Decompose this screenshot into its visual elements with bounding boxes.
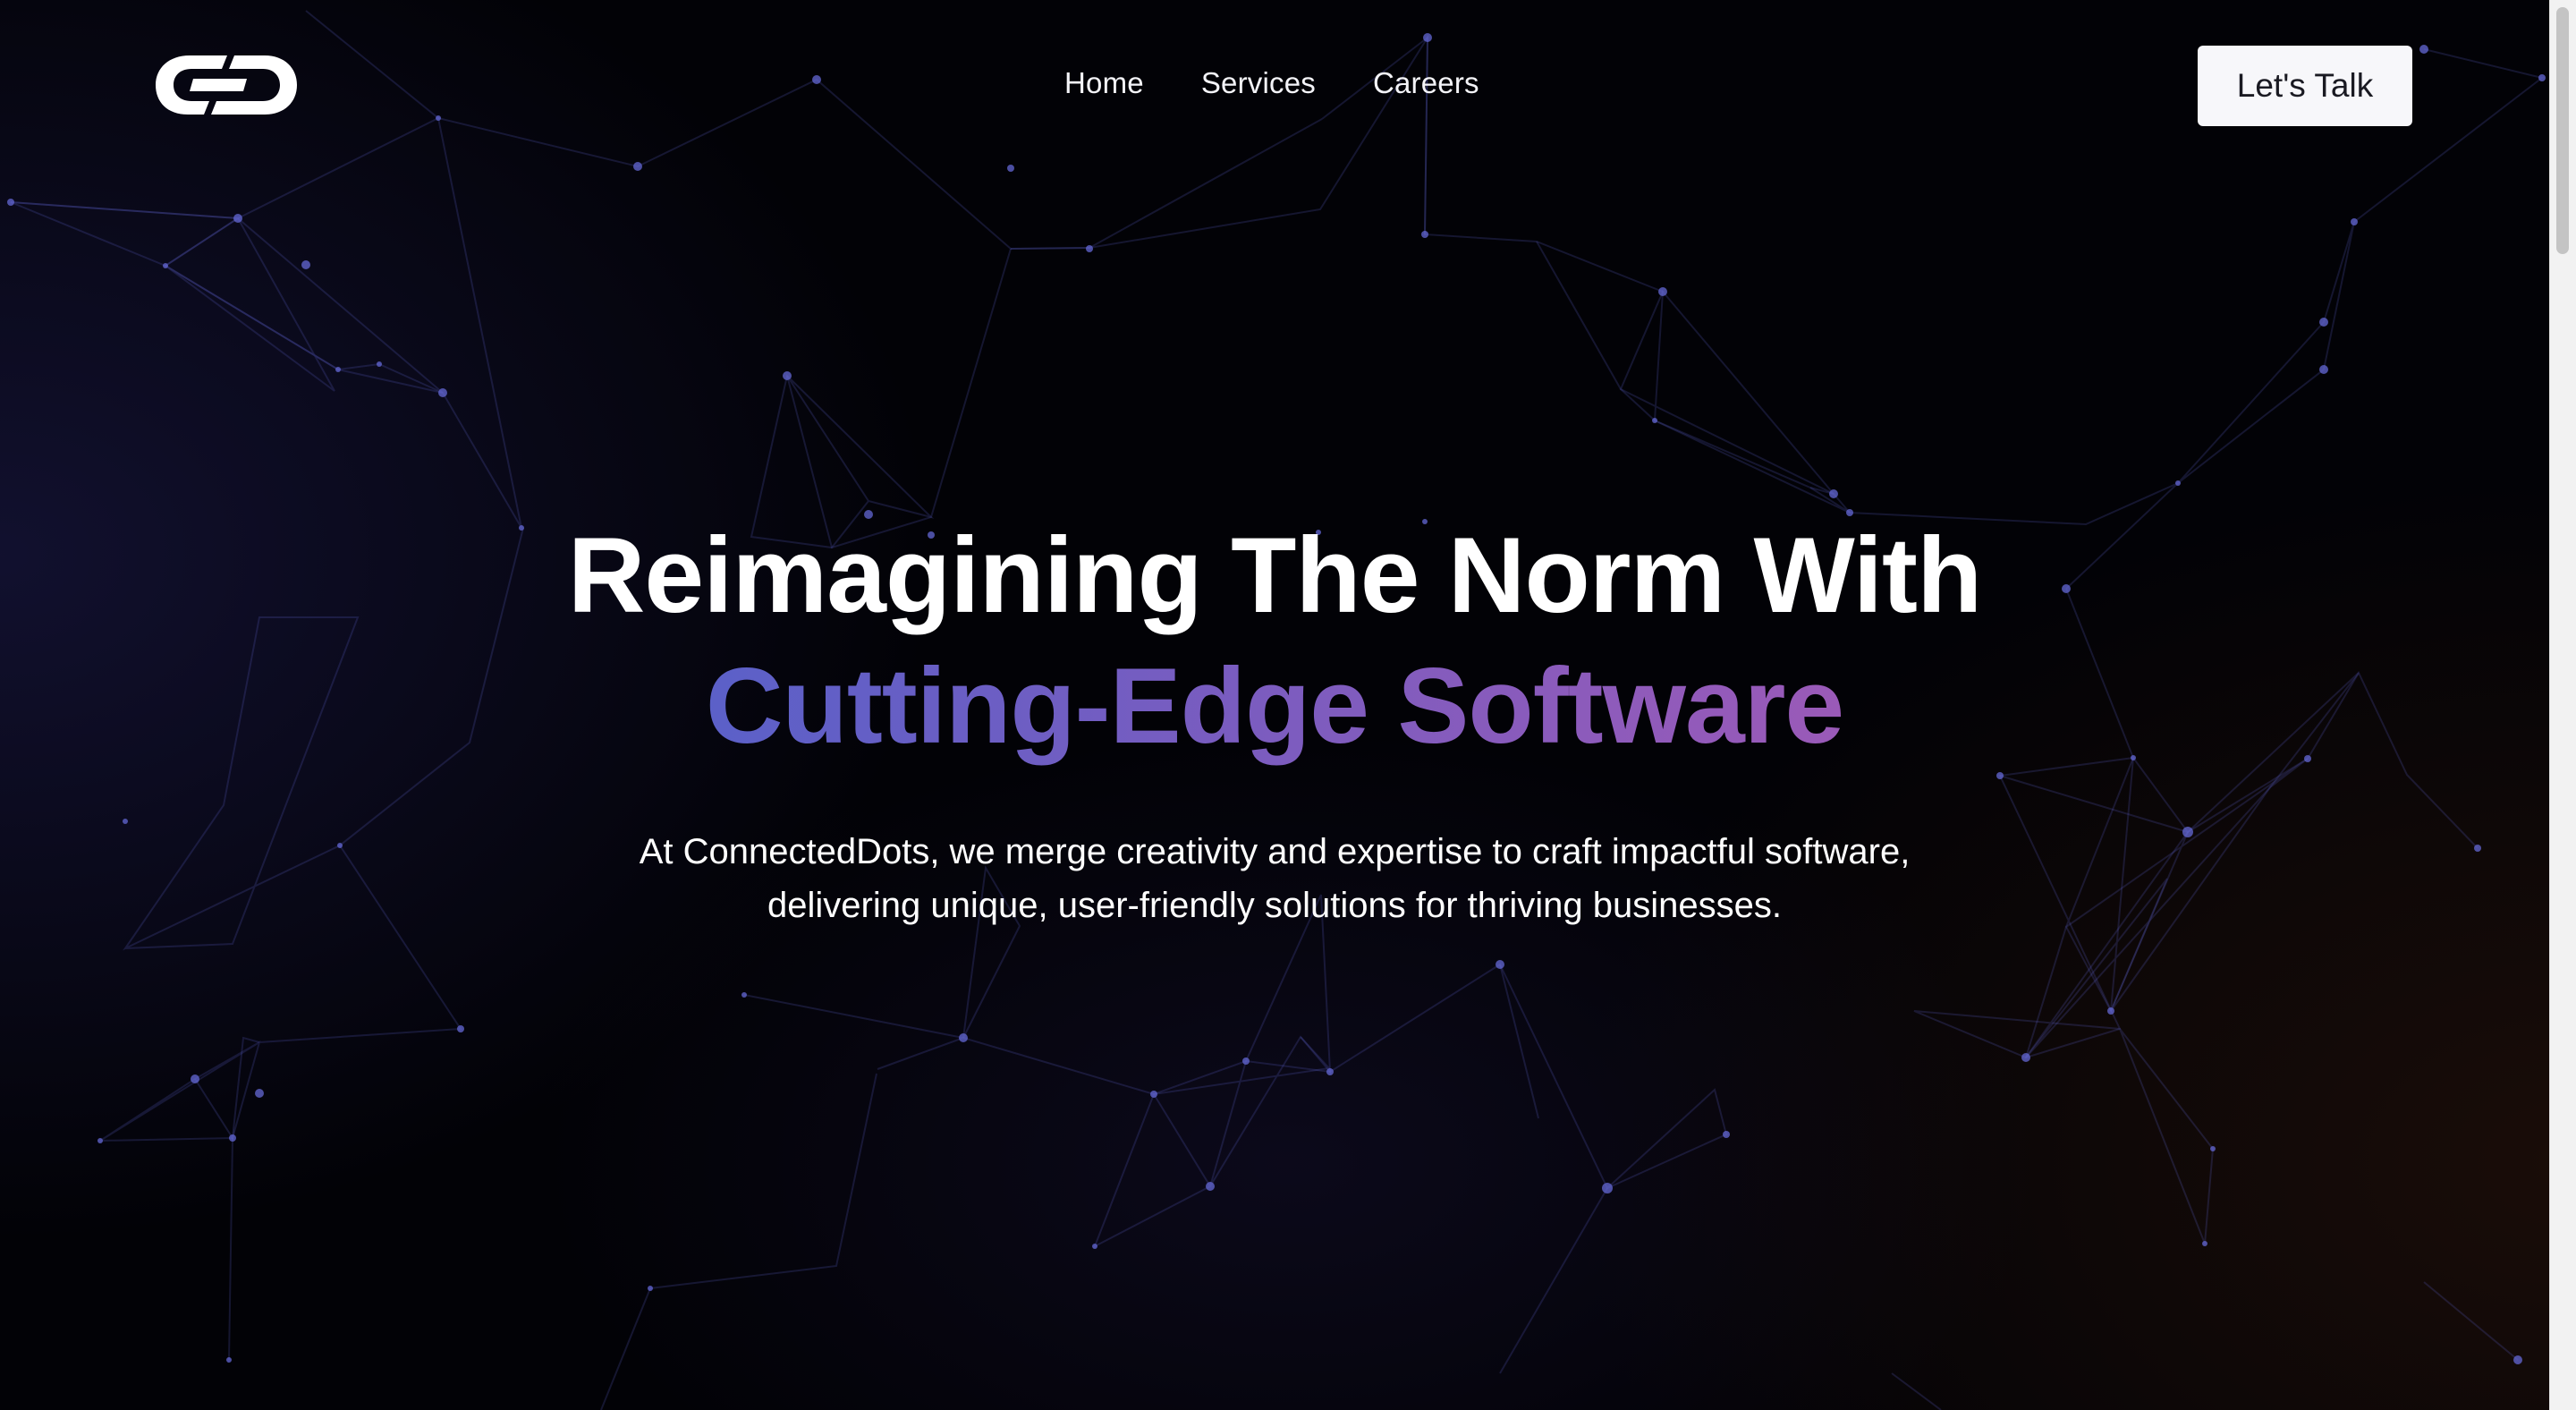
nav-link-careers[interactable]: Careers — [1373, 66, 1479, 100]
scrollbar-thumb[interactable] — [2556, 7, 2569, 254]
hero-subtitle-line2: delivering unique, user-friendly solutio… — [767, 886, 1782, 925]
connecteddots-logo[interactable]: CD — [154, 54, 299, 116]
hero-title: Reimagining The Norm With Cutting-Edge S… — [0, 510, 2549, 771]
page-scrollbar[interactable] — [2549, 0, 2576, 1410]
lets-talk-button[interactable]: Let's Talk — [2198, 46, 2412, 126]
hero-title-highlight: Cutting-Edge Software — [706, 641, 1844, 771]
nav-link-home[interactable]: Home — [1064, 66, 1144, 100]
hero-subtitle-line1: At ConnectedDots, we merge creativity an… — [639, 832, 1911, 871]
hero-section: Reimagining The Norm With Cutting-Edge S… — [0, 510, 2549, 932]
hero-title-line1: Reimagining The Norm With — [567, 515, 1983, 635]
hero-subtitle: At ConnectedDots, we merge creativity an… — [0, 825, 2549, 932]
nav-links: Home Services Careers — [1064, 66, 1479, 100]
nav-link-services[interactable]: Services — [1201, 66, 1316, 100]
top-navigation: CD Home Services Careers Let's Talk — [0, 0, 2549, 170]
